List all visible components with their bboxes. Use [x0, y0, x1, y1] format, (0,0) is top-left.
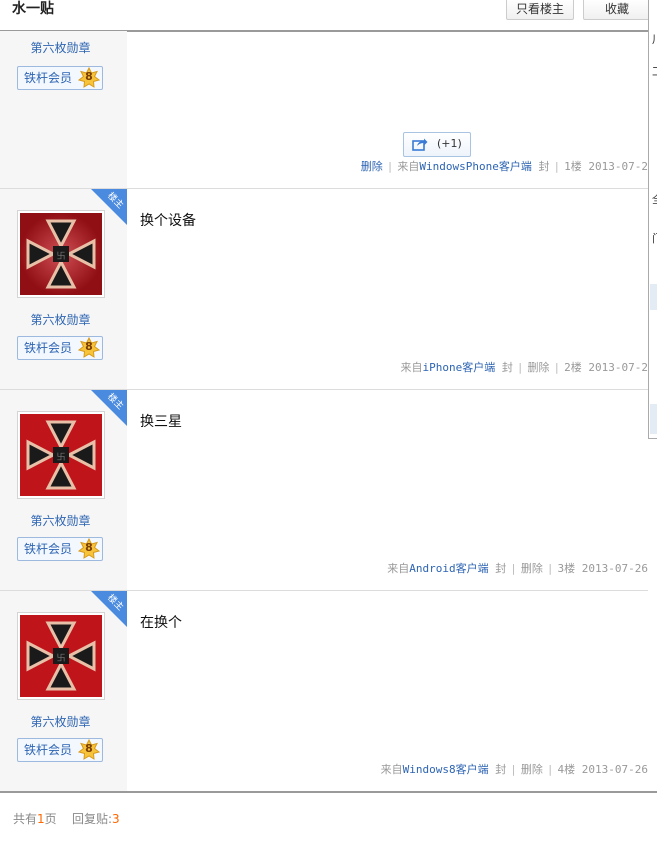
member-label: 铁杆会员 — [24, 71, 73, 85]
share-icon — [412, 138, 428, 151]
post-floor-3: 楼主 卐 第六枚勋章 铁杆会员 8 换三星 来自Android客户端 封 | 删除 |… — [0, 390, 648, 591]
side-panel-highlight — [650, 404, 657, 434]
from-prefix: 来自 — [387, 562, 410, 575]
post-date: 2013-07-26 — [581, 562, 648, 575]
from-prefix: 来自 — [397, 160, 420, 173]
side-panel-text: 工 — [652, 66, 657, 78]
client-link[interactable]: WindowsPhone客户端 — [419, 160, 531, 173]
ban-link[interactable]: 封 — [495, 562, 506, 575]
level-star-icon: 8 — [77, 336, 101, 359]
post-floor-4: 楼主 卐 第六枚勋章 铁杆会员 8 在换个 来自Windows8客户端 封 | 删除… — [0, 591, 648, 791]
post-meta: 来自Android客户端 封 | 删除 | 3楼 2013-07-26 — [387, 562, 648, 575]
pager-summary: 共有1页 回复贴:3 — [13, 812, 120, 826]
level-star-icon: 8 — [77, 66, 101, 89]
pages-prefix: 共有 — [13, 812, 38, 826]
level-star-icon: 8 — [77, 537, 101, 560]
iron-cross-avatar-icon: 卐 — [20, 615, 102, 697]
post-content: 换个设备 — [140, 213, 196, 229]
member-label: 铁杆会员 — [24, 341, 73, 355]
post-floor-2: 楼主 卐 第六枚勋章 铁杆会员 8 换个设备 来自iPhone客户端 封 | 删除 |… — [0, 189, 648, 390]
footer-divider — [0, 791, 657, 793]
from-prefix: 来自 — [400, 361, 423, 374]
svg-text:卐: 卐 — [56, 653, 65, 664]
delete-link[interactable]: 删除 — [528, 361, 550, 374]
delete-link[interactable]: 删除 — [361, 160, 383, 173]
member-badge[interactable]: 铁杆会员 8 — [17, 738, 103, 762]
side-panel-text: 川 — [652, 34, 657, 46]
side-panel-text: 全 — [652, 194, 657, 206]
post-meta: 删除 | 来自WindowsPhone客户端 封 | 1楼 2013-07-2 — [360, 160, 648, 173]
member-label: 铁杆会员 — [24, 743, 73, 757]
svg-text:卐: 卐 — [56, 251, 65, 262]
side-panel-highlight — [650, 284, 657, 310]
floor-number: 4楼 — [557, 763, 576, 776]
level-star-icon: 8 — [77, 738, 101, 761]
level-number: 8 — [85, 541, 93, 554]
client-link[interactable]: iPhone客户端 — [423, 361, 496, 374]
iron-cross-avatar-icon: 卐 — [20, 414, 102, 496]
client-link[interactable]: Windows8客户端 — [403, 763, 489, 776]
pages-count: 1 — [37, 812, 45, 826]
ban-link[interactable]: 封 — [539, 160, 550, 173]
from-prefix: 来自 — [380, 763, 403, 776]
medal-link[interactable]: 第六枚勋章 — [0, 514, 121, 528]
only-owner-button[interactable]: 只看楼主 — [506, 0, 574, 20]
share-button[interactable]: (+1) — [403, 132, 471, 157]
side-panel-edge: 川 工 全 门 — [648, 0, 657, 439]
pages-suffix: 页 — [44, 812, 57, 826]
post-date: 2013-07-26 — [581, 763, 648, 776]
avatar[interactable]: 卐 — [17, 210, 105, 298]
thread-header: 水一贴 只看楼主 收藏 — [0, 0, 657, 32]
replies-count: 3 — [111, 812, 120, 826]
post-date: 2013-07-2 — [588, 160, 648, 173]
floor-number: 2楼 — [564, 361, 582, 374]
favorite-button[interactable]: 收藏 — [583, 0, 651, 20]
level-number: 8 — [85, 70, 93, 83]
member-badge[interactable]: 铁杆会员 8 — [17, 336, 103, 360]
post-content: 换三星 — [140, 414, 182, 430]
medal-link[interactable]: 第六枚勋章 — [0, 41, 121, 55]
ban-link[interactable]: 封 — [495, 763, 506, 776]
level-number: 8 — [85, 340, 93, 353]
post-meta: 来自Windows8客户端 封 | 删除 | 4楼 2013-07-26 — [380, 763, 648, 776]
floor-number: 1楼 — [564, 160, 582, 173]
medal-link[interactable]: 第六枚勋章 — [0, 715, 121, 729]
avatar[interactable]: 卐 — [17, 612, 105, 700]
member-badge[interactable]: 铁杆会员 8 — [17, 66, 103, 90]
post-date: 2013-07-2 — [588, 361, 648, 374]
level-number: 8 — [85, 742, 93, 755]
share-count: (+1) — [437, 137, 462, 150]
medal-link[interactable]: 第六枚勋章 — [0, 313, 121, 327]
member-label: 铁杆会员 — [24, 542, 73, 556]
floor-number: 3楼 — [557, 562, 576, 575]
client-link[interactable]: Android客户端 — [409, 562, 488, 575]
avatar[interactable]: 卐 — [17, 411, 105, 499]
side-panel-text: 门 — [652, 233, 657, 245]
ban-link[interactable]: 封 — [502, 361, 513, 374]
thread-title: 水一贴 — [12, 1, 54, 17]
iron-cross-avatar-icon: 卐 — [20, 213, 102, 295]
svg-text:卐: 卐 — [56, 452, 65, 463]
post-meta: 来自iPhone客户端 封 | 删除 | 2楼 2013-07-2 — [400, 361, 648, 374]
delete-link[interactable]: 删除 — [521, 562, 543, 575]
delete-link[interactable]: 删除 — [521, 763, 543, 776]
post-content: 在换个 — [140, 615, 182, 631]
replies-label: 回复贴: — [71, 812, 112, 826]
member-badge[interactable]: 铁杆会员 8 — [17, 537, 103, 561]
post-floor-1: 第六枚勋章 铁杆会员 8 (+1) 删除 | 来自WindowsPhone客户端 封… — [0, 31, 648, 189]
